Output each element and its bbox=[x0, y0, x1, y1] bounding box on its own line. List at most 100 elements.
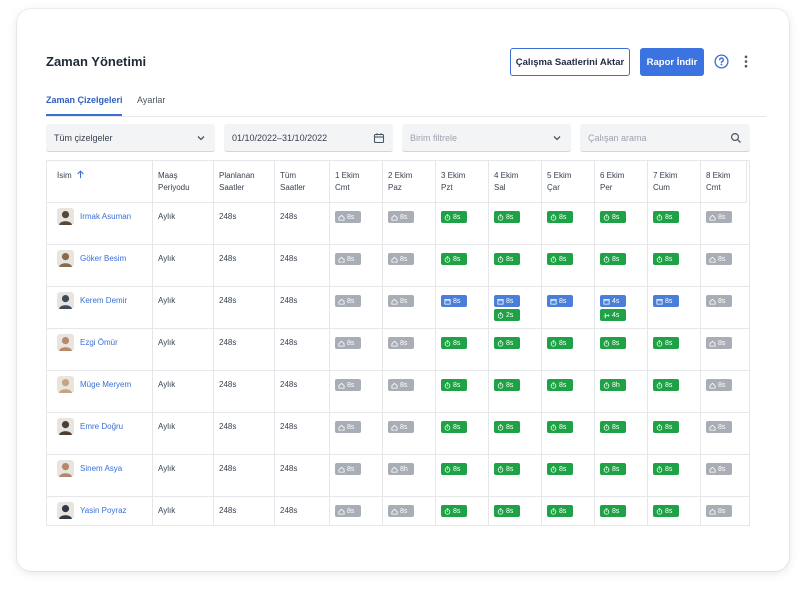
hours-badge[interactable]: 8s bbox=[547, 253, 573, 265]
hours-badge[interactable]: 8s bbox=[653, 505, 679, 517]
day-cell[interactable]: 8s bbox=[595, 245, 648, 287]
hours-badge[interactable]: 8s bbox=[388, 211, 414, 223]
hours-badge[interactable]: 8s bbox=[600, 463, 626, 475]
day-cell[interactable]: 8s bbox=[489, 245, 542, 287]
tab-timesheets[interactable]: Zaman Çizelgeleri bbox=[46, 95, 123, 105]
help-icon[interactable] bbox=[714, 54, 729, 69]
day-cell[interactable]: 8s bbox=[383, 371, 436, 413]
hours-badge[interactable]: 8s bbox=[653, 295, 679, 307]
hours-badge[interactable]: 8s bbox=[335, 505, 361, 517]
employee-name-link[interactable]: Emre Doğru bbox=[80, 422, 123, 431]
day-cell[interactable]: 8s bbox=[701, 203, 747, 245]
hours-badge[interactable]: 8s bbox=[441, 463, 467, 475]
hours-badge[interactable]: 8s bbox=[441, 337, 467, 349]
hours-badge[interactable]: 8s bbox=[706, 421, 732, 433]
hours-badge[interactable]: 8s bbox=[388, 295, 414, 307]
day-cell[interactable]: 8s bbox=[330, 413, 383, 455]
day-cell[interactable]: 8s bbox=[648, 245, 701, 287]
hours-badge[interactable]: 8s bbox=[600, 337, 626, 349]
employee-name-link[interactable]: Irmak Asuman bbox=[80, 212, 131, 221]
day-cell[interactable]: 8s bbox=[595, 413, 648, 455]
hours-badge[interactable]: 8s bbox=[441, 253, 467, 265]
day-cell[interactable]: 8h bbox=[383, 455, 436, 497]
hours-badge[interactable]: 8s bbox=[494, 253, 520, 265]
day-cell[interactable]: 8s bbox=[648, 329, 701, 371]
day-cell[interactable]: 8s bbox=[383, 413, 436, 455]
hours-badge[interactable]: 8s bbox=[706, 505, 732, 517]
day-cell[interactable]: 8s bbox=[489, 329, 542, 371]
day-cell[interactable]: 8s bbox=[542, 413, 595, 455]
day-cell[interactable]: 8s bbox=[648, 455, 701, 497]
date-range-field[interactable]: 01/10/2022–31/10/2022 bbox=[224, 124, 393, 152]
day-cell[interactable]: 8s bbox=[330, 371, 383, 413]
day-cell[interactable]: 8s bbox=[436, 413, 489, 455]
hours-badge[interactable]: 8s bbox=[441, 421, 467, 433]
hours-badge[interactable]: 4s bbox=[600, 309, 626, 321]
employee-search-input[interactable]: Çalışan arama bbox=[580, 124, 750, 152]
hours-badge[interactable]: 8s bbox=[494, 421, 520, 433]
hours-badge[interactable]: 4s bbox=[600, 295, 626, 307]
day-cell[interactable]: 8s bbox=[383, 245, 436, 287]
hours-badge[interactable]: 8h bbox=[600, 379, 626, 391]
day-cell[interactable]: 8s bbox=[383, 287, 436, 329]
hours-badge[interactable]: 8s bbox=[494, 379, 520, 391]
day-cell[interactable]: 8s bbox=[542, 203, 595, 245]
day-cell[interactable]: 8s 2s bbox=[489, 287, 542, 329]
day-cell[interactable]: 8s bbox=[436, 371, 489, 413]
hours-badge[interactable]: 8s bbox=[706, 211, 732, 223]
day-cell[interactable]: 8s bbox=[330, 287, 383, 329]
hours-badge[interactable]: 8s bbox=[335, 211, 361, 223]
employee-name-link[interactable]: Sinem Asya bbox=[80, 464, 122, 473]
day-cell[interactable]: 8s bbox=[542, 287, 595, 329]
column-header[interactable]: İsim bbox=[47, 161, 153, 203]
hours-badge[interactable]: 8s bbox=[653, 379, 679, 391]
hours-badge[interactable]: 8s bbox=[547, 295, 573, 307]
hours-badge[interactable]: 8s bbox=[494, 211, 520, 223]
employee-name-link[interactable]: Kerem Demir bbox=[80, 296, 127, 305]
hours-badge[interactable]: 8s bbox=[335, 421, 361, 433]
day-cell[interactable]: 8s bbox=[436, 245, 489, 287]
day-cell[interactable]: 8s bbox=[701, 287, 747, 329]
hours-badge[interactable]: 8s bbox=[494, 463, 520, 475]
hours-badge[interactable]: 8s bbox=[388, 505, 414, 517]
calendar-icon[interactable] bbox=[373, 132, 385, 144]
day-cell[interactable]: 8s bbox=[436, 455, 489, 497]
day-cell[interactable]: 8s bbox=[701, 245, 747, 287]
hours-badge[interactable]: 8s bbox=[335, 463, 361, 475]
day-cell[interactable]: 8s bbox=[489, 497, 542, 525]
day-cell[interactable]: 8s bbox=[489, 455, 542, 497]
day-cell[interactable]: 8s bbox=[701, 455, 747, 497]
unit-filter-select[interactable]: Birim filtrele bbox=[402, 124, 571, 152]
hours-badge[interactable]: 8s bbox=[494, 337, 520, 349]
hours-badge[interactable]: 8h bbox=[388, 463, 414, 475]
hours-badge[interactable]: 8s bbox=[653, 421, 679, 433]
hours-badge[interactable]: 8s bbox=[547, 337, 573, 349]
day-cell[interactable]: 8s bbox=[595, 203, 648, 245]
day-cell[interactable]: 8s bbox=[330, 329, 383, 371]
hours-badge[interactable]: 8s bbox=[547, 505, 573, 517]
hours-badge[interactable]: 8s bbox=[441, 379, 467, 391]
hours-badge[interactable]: 8s bbox=[441, 505, 467, 517]
day-cell[interactable]: 8s bbox=[383, 329, 436, 371]
hours-badge[interactable]: 8s bbox=[653, 337, 679, 349]
hours-badge[interactable]: 8s bbox=[335, 253, 361, 265]
day-cell[interactable]: 8s bbox=[436, 203, 489, 245]
transfer-hours-button[interactable]: Çalışma Saatlerini Aktar bbox=[510, 48, 630, 76]
day-cell[interactable]: 8s bbox=[489, 413, 542, 455]
hours-badge[interactable]: 8s bbox=[335, 337, 361, 349]
hours-badge[interactable]: 8s bbox=[653, 211, 679, 223]
day-cell[interactable]: 8s bbox=[648, 287, 701, 329]
hours-badge[interactable]: 8s bbox=[706, 295, 732, 307]
day-cell[interactable]: 8s bbox=[330, 203, 383, 245]
hours-badge[interactable]: 8s bbox=[441, 211, 467, 223]
hours-badge[interactable]: 8s bbox=[706, 379, 732, 391]
day-cell[interactable]: 8s bbox=[436, 497, 489, 525]
day-cell[interactable]: 8s bbox=[648, 413, 701, 455]
employee-name-link[interactable]: Göker Besim bbox=[80, 254, 126, 263]
day-cell[interactable]: 8s bbox=[436, 287, 489, 329]
day-cell[interactable]: 8s bbox=[330, 455, 383, 497]
employee-name-link[interactable]: Müge Meryem bbox=[80, 380, 131, 389]
hours-badge[interactable]: 8s bbox=[388, 379, 414, 391]
hours-badge[interactable]: 8s bbox=[706, 253, 732, 265]
day-cell[interactable]: 8s bbox=[330, 245, 383, 287]
